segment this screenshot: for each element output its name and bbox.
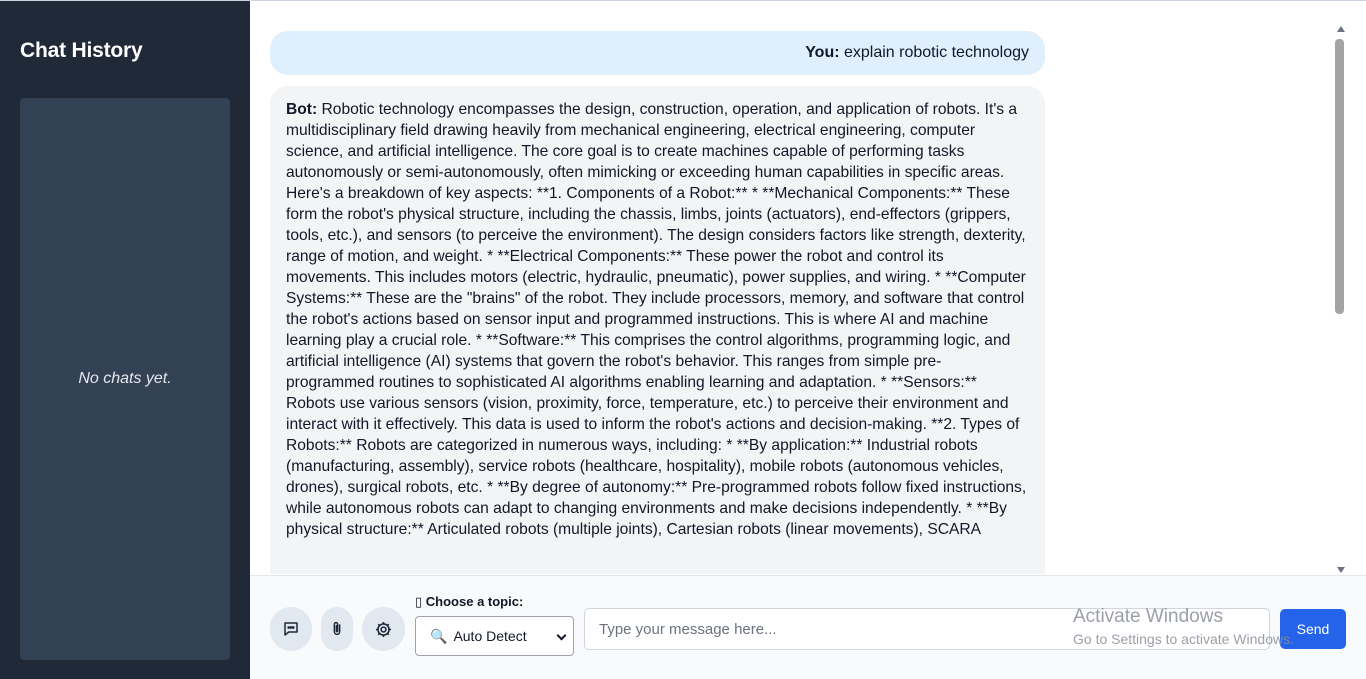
user-role-label: You: [805, 44, 840, 61]
topic-label: ▯ Choose a topic: [415, 594, 523, 610]
gear-icon [375, 621, 392, 637]
bot-role-label: Bot: [286, 101, 318, 118]
chat-bubble-icon [284, 622, 298, 636]
magnifier-icon: 🔍 [430, 627, 448, 644]
settings-button[interactable] [362, 607, 405, 651]
message-scrollbar[interactable] [1333, 23, 1349, 576]
attach-button[interactable] [321, 607, 353, 651]
topic-select[interactable]: 🔍 Auto Detect [415, 616, 574, 656]
user-message-text: explain robotic technology [839, 44, 1029, 61]
chat-history-list[interactable]: No chats yet. [20, 98, 230, 660]
chat-main: You: explain robotic technology Bot: Rob… [250, 1, 1366, 679]
scroll-down-arrow-icon[interactable] [1337, 567, 1345, 573]
scroll-up-arrow-icon[interactable] [1337, 26, 1345, 32]
message-list[interactable]: You: explain robotic technology Bot: Rob… [250, 1, 1333, 574]
bot-message-text: Robotic technology encompasses the desig… [286, 101, 1027, 538]
topic-label-icon: ▯ [415, 594, 423, 609]
bot-message: Bot: Robotic technology encompasses the … [270, 86, 1045, 574]
scroll-thumb[interactable] [1335, 39, 1344, 314]
send-button[interactable]: Send [1280, 609, 1346, 649]
user-message: You: explain robotic technology [270, 31, 1045, 75]
message-input[interactable] [584, 608, 1270, 650]
sidebar-title: Chat History [20, 39, 143, 62]
empty-history-text: No chats yet. [78, 370, 172, 387]
topic-selected-value: Auto Detect [453, 628, 527, 644]
sidebar: Chat History No chats yet. [0, 1, 250, 679]
composer-bar: ▯ Choose a topic: 🔍 Auto Detect Send Act… [250, 575, 1366, 679]
paperclip-icon [333, 622, 341, 635]
chevron-down-icon [556, 630, 567, 641]
new-chat-button[interactable] [270, 607, 312, 651]
topic-label-text: Choose a topic: [425, 594, 524, 609]
